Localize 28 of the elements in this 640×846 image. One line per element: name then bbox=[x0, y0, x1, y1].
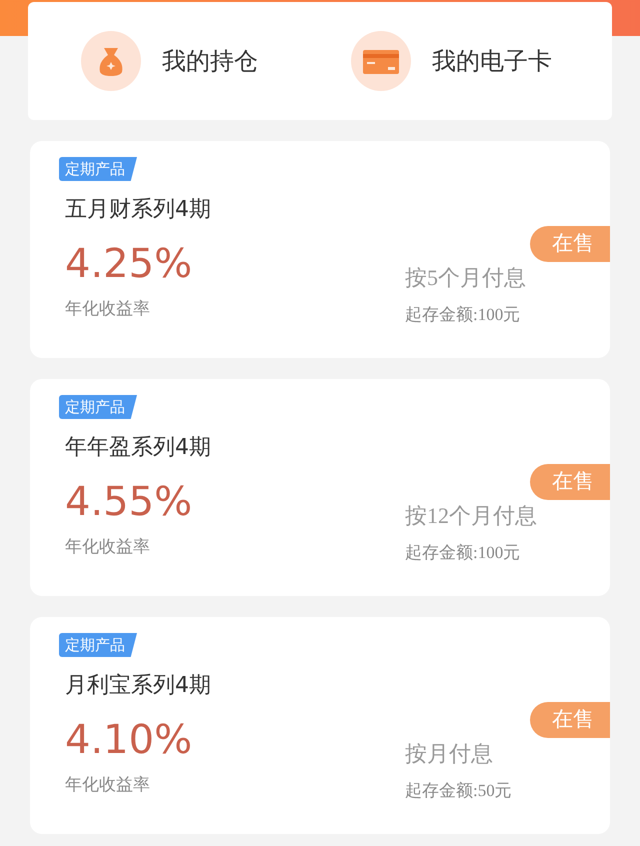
interest-rate: 4.55% bbox=[65, 479, 194, 525]
product-name: 年年盈系列4期 bbox=[65, 434, 212, 462]
rate-label: 年化收益率 bbox=[65, 536, 151, 559]
product-card[interactable]: 定期产品 五月财系列4期 4.25% 年化收益率 按5个月付息 起存金额:100元 在售 bbox=[30, 141, 610, 358]
minimum-amount: 起存金额:100元 bbox=[405, 304, 522, 326]
product-card[interactable]: 定期产品 月利宝系列4期 4.10% 年化收益率 按月付息 起存金额:50元 在售 bbox=[30, 617, 610, 834]
money-bag-icon bbox=[80, 30, 142, 92]
product-tag: 定期产品 bbox=[59, 395, 137, 419]
payout-text: 按12个月付息 bbox=[405, 502, 537, 530]
product-name: 月利宝系列4期 bbox=[65, 672, 212, 700]
rate-label: 年化收益率 bbox=[65, 298, 151, 321]
status-badge: 在售 bbox=[530, 464, 610, 500]
product-name: 五月财系列4期 bbox=[65, 196, 212, 224]
payout-text: 按月付息 bbox=[405, 740, 494, 768]
payout-text: 按5个月付息 bbox=[405, 264, 526, 292]
shortcut-label[interactable]: 我的电子卡 bbox=[432, 43, 552, 79]
interest-rate: 4.10% bbox=[65, 717, 194, 763]
shortcut-label[interactable]: 我的持仓 bbox=[162, 43, 258, 79]
status-badge: 在售 bbox=[530, 226, 610, 262]
minimum-amount: 起存金额:50元 bbox=[405, 780, 512, 802]
minimum-amount: 起存金额:100元 bbox=[405, 542, 522, 564]
rate-label: 年化收益率 bbox=[65, 774, 151, 797]
product-tag: 定期产品 bbox=[59, 633, 137, 657]
interest-rate: 4.25% bbox=[65, 241, 194, 287]
card-icon bbox=[350, 30, 412, 92]
status-badge: 在售 bbox=[530, 702, 610, 738]
product-card[interactable]: 定期产品 年年盈系列4期 4.55% 年化收益率 按12个月付息 起存金额:100元 在售 bbox=[30, 379, 610, 596]
product-tag: 定期产品 bbox=[59, 157, 137, 181]
